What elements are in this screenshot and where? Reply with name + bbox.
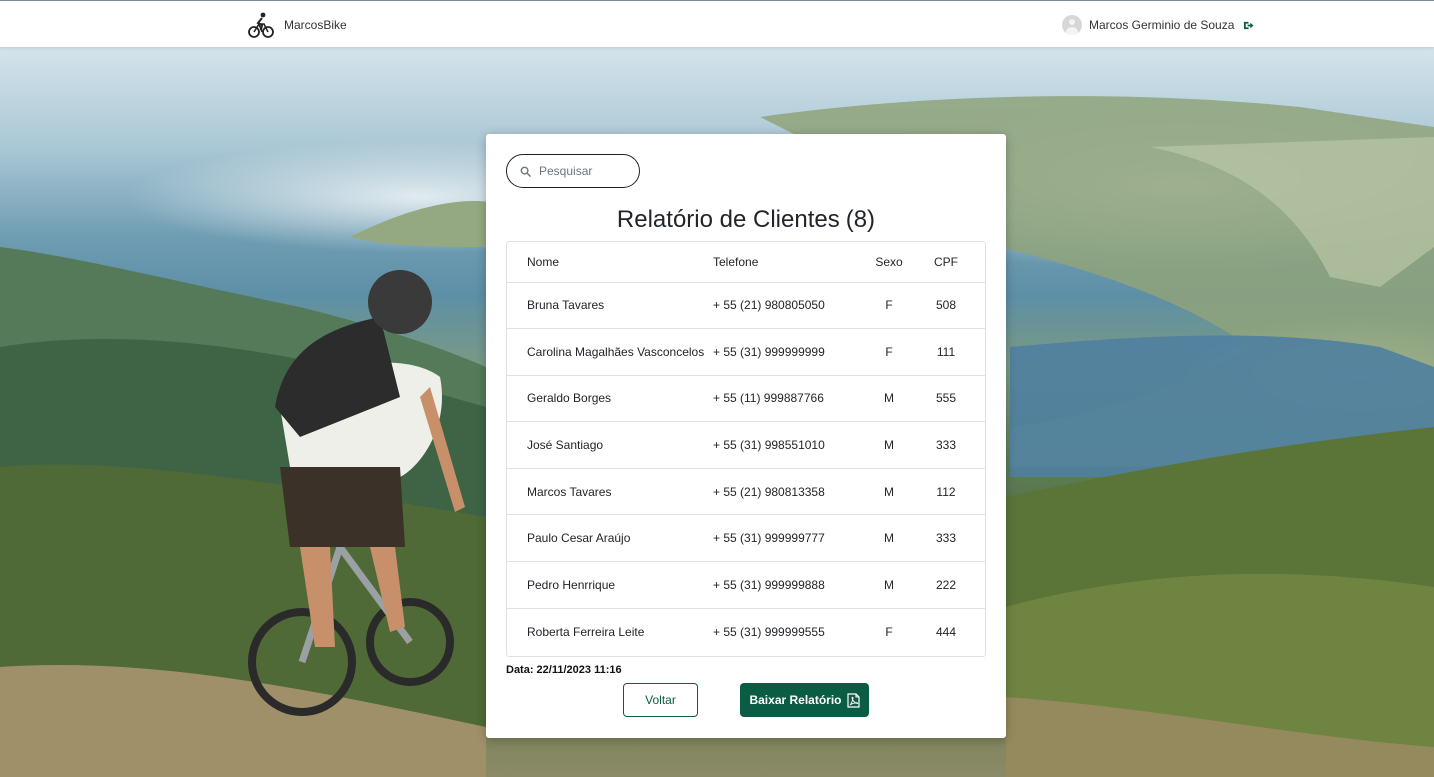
- cell-nome: Pedro Henrrique: [507, 561, 713, 609]
- cell-telefone: + 55 (21) 980813358: [713, 468, 853, 516]
- column-header-nome: Nome: [507, 242, 713, 283]
- table-row: Marcos Tavares + 55 (21) 980813358 M 112: [507, 468, 985, 516]
- pdf-file-icon: [846, 692, 860, 708]
- cell-telefone: + 55 (31) 999999777: [713, 514, 853, 563]
- cyclist-icon: [248, 12, 274, 38]
- cell-nome: Bruna Tavares: [507, 282, 713, 330]
- cell-sexo: M: [853, 514, 925, 563]
- table-header-row: Nome Telefone Sexo CPF: [507, 242, 985, 283]
- cell-sexo: M: [853, 375, 925, 423]
- column-header-sexo: Sexo: [853, 242, 925, 283]
- column-header-cpf: CPF: [925, 242, 985, 283]
- table-row: Paulo Cesar Araújo + 55 (31) 999999777 M…: [507, 514, 985, 563]
- column-header-telefone: Telefone: [713, 242, 853, 283]
- cell-nome: Paulo Cesar Araújo: [507, 514, 713, 563]
- cell-cpf: 508: [925, 282, 985, 330]
- search-input[interactable]: [539, 164, 629, 178]
- cell-cpf: 333: [925, 514, 985, 563]
- cell-nome: José Santiago: [507, 421, 713, 469]
- cell-sexo: M: [853, 421, 925, 469]
- cell-sexo: F: [853, 328, 925, 376]
- cell-telefone: + 55 (31) 998551010: [713, 421, 853, 469]
- cell-cpf: 111: [925, 328, 985, 376]
- table-row: Roberta Ferreira Leite + 55 (31) 9999995…: [507, 608, 985, 655]
- clients-table-container: Nome Telefone Sexo CPF Bruna Tavares + 5…: [506, 241, 986, 657]
- cell-nome: Marcos Tavares: [507, 468, 713, 516]
- cell-cpf: 222: [925, 561, 985, 609]
- cell-sexo: F: [885, 624, 893, 639]
- download-button-label: Baixar Relatório: [749, 693, 842, 707]
- cell-cpf: 333: [925, 421, 985, 469]
- user-name: Marcos Germinio de Souza: [1089, 18, 1235, 32]
- cell-nome: Roberta Ferreira Leite: [527, 624, 645, 639]
- cell-telefone: + 55 (11) 999887766: [713, 375, 853, 423]
- cell-telefone: + 55 (31) 999999888: [713, 561, 853, 609]
- cell-nome: Carolina Magalhães Vasconcelos: [507, 328, 713, 376]
- cell-cpf: 444: [935, 624, 957, 639]
- cell-sexo: F: [853, 282, 925, 330]
- client-count: (8): [845, 206, 876, 233]
- back-button-label: Voltar: [645, 693, 676, 707]
- cell-cpf: 555: [925, 375, 985, 423]
- clients-table: Nome Telefone Sexo CPF Bruna Tavares + 5…: [507, 242, 985, 655]
- cell-sexo: M: [853, 561, 925, 609]
- cell-nome: Geraldo Borges: [507, 375, 713, 423]
- table-row: Bruna Tavares + 55 (21) 980805050 F 508: [507, 282, 985, 330]
- download-report-button[interactable]: Baixar Relatório: [740, 683, 869, 717]
- user-avatar-icon: [1062, 15, 1082, 35]
- user-menu[interactable]: Marcos Germinio de Souza: [1062, 14, 1254, 36]
- table-row: Carolina Magalhães Vasconcelos + 55 (31)…: [507, 328, 985, 376]
- brand[interactable]: MarcosBike: [247, 10, 347, 40]
- cell-sexo: M: [853, 468, 925, 516]
- page-title: Relatório de Clientes (8): [486, 206, 1006, 234]
- table-row: Pedro Henrrique + 55 (31) 999999888 M 22…: [507, 561, 985, 609]
- logout-icon[interactable]: [1243, 20, 1254, 31]
- cell-cpf: 112: [925, 468, 985, 516]
- brand-name: MarcosBike: [284, 18, 347, 32]
- back-button[interactable]: Voltar: [623, 683, 698, 717]
- search-icon: [520, 166, 531, 177]
- cell-telefone: + 55 (31) 999999999: [713, 328, 853, 376]
- table-row: José Santiago + 55 (31) 998551010 M 333: [507, 421, 985, 469]
- search-box[interactable]: [506, 154, 640, 188]
- cell-telefone: + 55 (21) 980805050: [713, 282, 853, 330]
- cell-telefone: + 55 (31) 999999555: [713, 624, 825, 639]
- report-card: Relatório de Clientes(8) Nome Telefone S…: [486, 134, 1006, 738]
- top-navbar: MarcosBike Marcos Germinio de Souza: [0, 0, 1434, 47]
- report-date: Data: 22/11/2023 11:16: [506, 664, 622, 676]
- report-title: Relatório de Clientes: [616, 206, 840, 233]
- table-row: Geraldo Borges + 55 (11) 999887766 M 555: [507, 375, 985, 423]
